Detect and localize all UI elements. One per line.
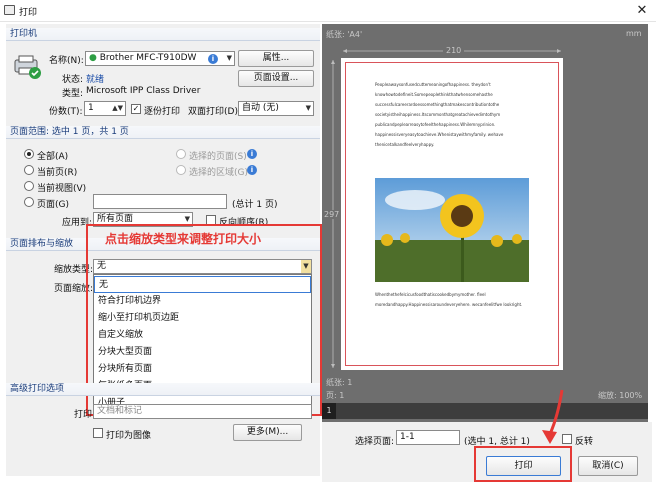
pages-input[interactable] bbox=[93, 194, 227, 209]
selected-area-label: 选择的区域(G) bbox=[189, 168, 248, 178]
printer-icon bbox=[4, 5, 15, 15]
duplex-select[interactable]: 自动 (无) ▼ bbox=[238, 101, 314, 116]
paper-size-label: 纸张: 'A4' bbox=[326, 30, 363, 39]
page-info: 纸张: 1 bbox=[326, 378, 353, 387]
status-value: 就绪 bbox=[86, 75, 105, 85]
range-current-view-label: 当前视图(V) bbox=[37, 184, 87, 194]
print-as-image-label: 打印为图像 bbox=[106, 431, 152, 441]
status-label: 状态: bbox=[62, 75, 84, 85]
title-bar: 打印 ✕ bbox=[0, 0, 656, 22]
height-label: 297 bbox=[324, 210, 340, 219]
range-current-page-radio[interactable] bbox=[24, 165, 34, 175]
chevron-down-icon: ▼ bbox=[226, 54, 232, 62]
type-label: 类型: bbox=[62, 89, 84, 99]
selected-area-radio[interactable] bbox=[176, 165, 186, 175]
printer-name-select[interactable]: ● Brother MFC-T910DW i ▼ bbox=[85, 51, 235, 66]
print-as-image-checkbox[interactable] bbox=[93, 428, 103, 438]
properties-button[interactable]: 属性... bbox=[238, 50, 314, 67]
range-pages-label: 页面(G) bbox=[37, 200, 69, 210]
duplex-label: 双面打印(D) bbox=[188, 107, 238, 117]
info-icon: i bbox=[247, 149, 257, 159]
type-value: Microsoft IPP Class Driver bbox=[86, 86, 201, 96]
cancel-button[interactable]: 取消(C) bbox=[578, 456, 638, 476]
pages-total: (总计 1 页) bbox=[232, 200, 278, 210]
printer-section-header: 打印机 bbox=[6, 28, 320, 41]
close-icon[interactable]: ✕ bbox=[632, 2, 652, 20]
page-info-secondary: 页: 1 bbox=[326, 391, 345, 400]
range-current-page-label: 当前页(R) bbox=[37, 168, 78, 178]
selected-pages-label: 选择的页面(S) bbox=[189, 152, 247, 162]
copies-value: 1 bbox=[88, 103, 94, 113]
selected-pages-radio[interactable] bbox=[176, 149, 186, 159]
annotation-arrow bbox=[538, 388, 568, 448]
duplex-value: 自动 (无) bbox=[242, 103, 279, 113]
unit-label: mm bbox=[626, 29, 642, 38]
page-setup-button[interactable]: 页面设置... bbox=[238, 70, 314, 87]
range-pages-radio[interactable] bbox=[24, 197, 34, 207]
printer-status-icon: ● bbox=[89, 53, 97, 63]
page-navigation-bar[interactable]: 1 bbox=[322, 403, 648, 419]
more-button[interactable]: 更多(M)... bbox=[233, 424, 302, 441]
apply-to-value: 所有页面 bbox=[97, 214, 134, 224]
zoom-level: 缩放: 100% bbox=[598, 391, 643, 400]
preview-text-top: Peopleawaysonfusedcuttemeaningofhappines… bbox=[375, 82, 504, 147]
copies-label: 份数(T): bbox=[49, 107, 83, 117]
select-pages-input[interactable]: 1-1 bbox=[396, 430, 460, 445]
info-icon: i bbox=[208, 54, 218, 64]
printer-device-icon bbox=[12, 54, 44, 80]
range-all-label: 全部(A) bbox=[37, 152, 69, 162]
print-what-select[interactable]: 文档和标记 bbox=[93, 404, 312, 419]
copies-stepper[interactable]: 1 ▲▼ bbox=[84, 101, 126, 116]
page-thumb[interactable]: 1 bbox=[322, 403, 336, 419]
width-label: 210 bbox=[443, 46, 465, 55]
window-title: 打印 bbox=[19, 8, 38, 18]
flip-label: 反转 bbox=[575, 437, 594, 447]
sunflower-image bbox=[375, 178, 529, 282]
page-range-header: 页面范围: 选中 1 页，共 1 页 bbox=[6, 126, 320, 139]
print-what-label: 打印 bbox=[74, 410, 93, 420]
printer-name-value: Brother MFC-T910DW bbox=[99, 53, 197, 63]
collate-checkbox[interactable]: ✓ bbox=[131, 104, 141, 114]
advanced-options-header: 高级打印选项 bbox=[6, 383, 320, 396]
range-current-view-radio[interactable] bbox=[24, 181, 34, 191]
collate-label: 逐份打印 bbox=[144, 107, 181, 117]
select-pages-label: 选择页面: bbox=[355, 437, 395, 447]
chevron-down-icon: ▼ bbox=[305, 104, 311, 112]
annotation-text: 点击缩放类型来调整打印大小 bbox=[105, 232, 262, 246]
info-icon: i bbox=[247, 165, 257, 175]
stepper-arrows-icon: ▲▼ bbox=[112, 104, 123, 112]
range-all-radio[interactable] bbox=[24, 149, 34, 159]
print-button[interactable]: 打印 bbox=[486, 456, 561, 476]
print-what-value: 文档和标记 bbox=[97, 406, 143, 416]
preview-text-bottom: Whenthethefelcicusfoodthatiscookedbymymo… bbox=[375, 292, 523, 307]
printer-name-label: 名称(N): bbox=[49, 56, 84, 66]
